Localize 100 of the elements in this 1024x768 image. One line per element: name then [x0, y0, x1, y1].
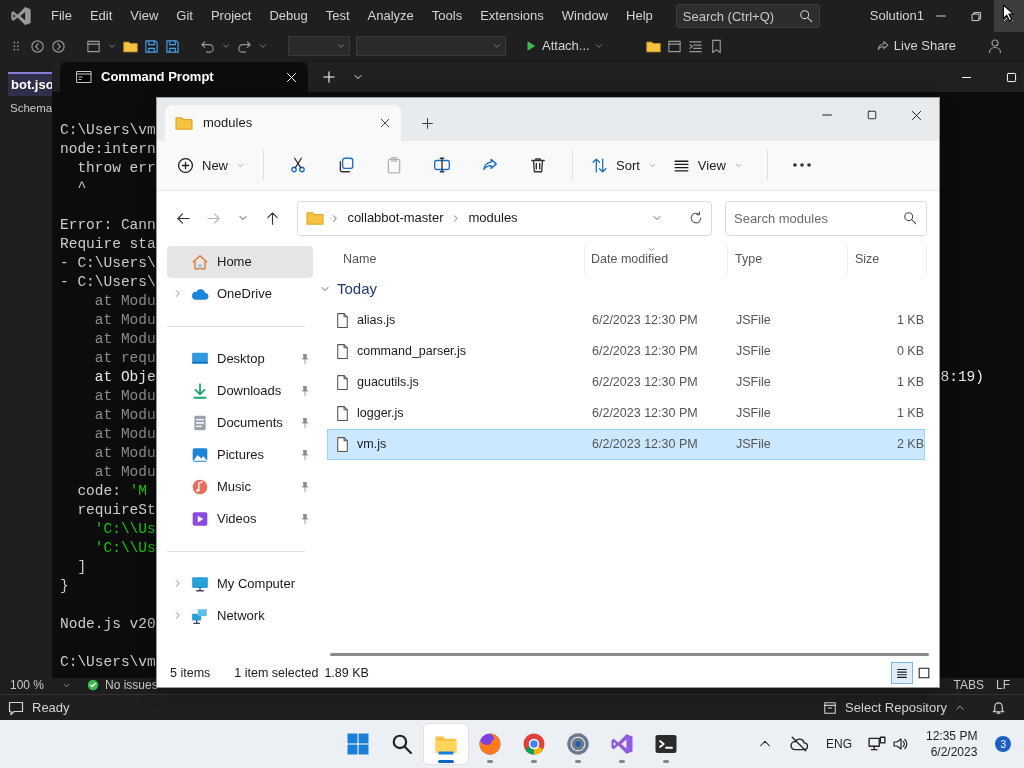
close-icon[interactable]	[910, 108, 923, 122]
nav-item[interactable]: Home	[167, 245, 313, 278]
nav-item[interactable]: Desktop	[167, 342, 313, 375]
new-button[interactable]: New	[169, 148, 253, 183]
cloud-off-icon[interactable]	[790, 735, 808, 753]
computer-icon	[191, 574, 209, 593]
menu-item[interactable]: Analyze	[358, 6, 423, 26]
indent-mode[interactable]: TABS	[953, 676, 984, 694]
person-icon[interactable]	[988, 38, 1004, 54]
issues-status[interactable]: No issues	[105, 676, 158, 694]
search-field[interactable]: Search (Ctrl+Q)	[675, 4, 820, 28]
nav-item[interactable]: OneDrive	[167, 277, 313, 310]
menu-item[interactable]: Window	[552, 6, 617, 26]
nav-item[interactable]: Videos	[167, 502, 313, 535]
new-tab-icon[interactable]	[322, 70, 336, 84]
menu-item[interactable]: Debug	[260, 6, 317, 26]
nav-item[interactable]: Music	[167, 470, 313, 503]
repository-button[interactable]: Select Repository	[845, 697, 947, 718]
clock-time[interactable]: 12:35 PM	[926, 728, 978, 744]
maximize-icon[interactable]	[1005, 70, 1018, 84]
details-view-button[interactable]	[891, 662, 913, 685]
dropdown-field[interactable]	[356, 36, 506, 56]
redo-icon[interactable]	[237, 38, 252, 54]
group-header[interactable]: Today	[313, 273, 939, 305]
share-icon[interactable]	[875, 39, 890, 53]
file-icon	[334, 435, 351, 453]
menu-item[interactable]: View	[121, 6, 168, 26]
nav-item[interactable]: Downloads	[167, 374, 313, 407]
clock-date[interactable]: 6/2/2023	[930, 744, 978, 760]
rename-icon	[433, 156, 451, 175]
nav-item[interactable]: Documents	[167, 406, 313, 439]
sort-button[interactable]: Sort	[583, 148, 665, 183]
menu-item[interactable]: Project	[201, 6, 261, 26]
network-icon[interactable]	[868, 735, 886, 753]
file-row[interactable]: guacutils.js 6/2/2023 12:30 PM JSFile 1 KB	[327, 366, 925, 398]
file-row[interactable]: logger.js 6/2/2023 12:30 PM JSFile 1 KB	[327, 397, 925, 429]
address-bar[interactable]: collabbot-master modules	[297, 200, 712, 236]
menu-item[interactable]: Help	[617, 6, 662, 26]
up-arrow-icon[interactable]	[265, 210, 281, 226]
forward-icon[interactable]	[51, 38, 66, 54]
dropdown-field[interactable]	[288, 36, 350, 56]
save-all-icon[interactable]	[165, 38, 180, 54]
indent-icon[interactable]	[687, 38, 703, 54]
nav-item[interactable]: My Computer	[167, 567, 313, 600]
column-header[interactable]: Size	[848, 245, 927, 274]
copy-icon	[337, 156, 355, 175]
terminal-line: code: 'M	[76, 482, 148, 501]
nav-item[interactable]: Network	[167, 599, 313, 632]
attach-button[interactable]: Attach...	[542, 36, 590, 56]
bell-icon[interactable]	[991, 700, 1006, 715]
maximize-icon[interactable]	[865, 109, 878, 121]
breadcrumb-item[interactable]: modules	[468, 208, 518, 228]
restore-icon[interactable]	[969, 9, 983, 23]
refresh-icon[interactable]	[689, 211, 703, 226]
terminal-line: ]	[76, 558, 87, 577]
modified-date: 6/2/2023 12:30 PM	[592, 374, 698, 389]
close-icon[interactable]	[379, 116, 391, 129]
view-button[interactable]: View	[664, 148, 751, 183]
folder-tab[interactable]: modules	[165, 104, 401, 141]
save-icon[interactable]	[144, 38, 159, 54]
close-icon[interactable]	[285, 70, 298, 84]
column-header[interactable]: Name	[313, 245, 585, 274]
scrollbar[interactable]	[330, 653, 929, 657]
menu-item[interactable]: Test	[316, 6, 359, 26]
live-share-button[interactable]: Live Share	[893, 36, 956, 56]
back-icon[interactable]	[30, 38, 45, 54]
browser-icon	[478, 732, 502, 756]
breadcrumb-item[interactable]: collabbot-master	[347, 208, 444, 228]
column-header[interactable]: Date modified	[585, 245, 728, 274]
undo-icon[interactable]	[200, 38, 215, 54]
back-arrow-icon[interactable]	[176, 210, 192, 226]
menu-item[interactable]: File	[42, 6, 81, 26]
menu-item[interactable]: Edit	[80, 6, 122, 26]
terminal-tab[interactable]: Command Prompt	[60, 62, 308, 92]
caret-icon[interactable]	[107, 41, 117, 51]
selection-size: 1.89 KB	[324, 664, 369, 682]
file-row[interactable]: vm.js 6/2/2023 12:30 PM JSFile 2 KB	[327, 428, 925, 460]
trash-icon	[529, 156, 547, 175]
window-icon[interactable]	[666, 38, 682, 54]
caret-icon[interactable]	[593, 41, 604, 51]
caret-icon[interactable]	[258, 41, 268, 51]
terminal-line: C:\Users\vm	[60, 653, 156, 672]
menu-item[interactable]: Tools	[422, 6, 472, 26]
line-ending[interactable]: LF	[996, 676, 1010, 694]
notification-badge[interactable]: 3	[995, 736, 1012, 752]
caret-icon[interactable]	[221, 41, 231, 51]
language-indicator[interactable]: ENG	[826, 735, 852, 753]
clipboard-icon	[385, 156, 403, 175]
new-project-icon[interactable]	[86, 38, 101, 54]
column-header[interactable]: Type	[728, 245, 848, 274]
file-row[interactable]: command_parser.js 6/2/2023 12:30 PM JSFile 0 KB	[327, 335, 925, 367]
file-type: JSFile	[736, 343, 771, 358]
menu-item[interactable]: Git	[167, 6, 202, 26]
zoom-level[interactable]: 100 %	[10, 676, 45, 694]
terminal-line: at Modu	[93, 463, 156, 482]
new-tab-icon[interactable]	[421, 116, 434, 130]
file-row[interactable]: alias.js 6/2/2023 12:30 PM JSFile 1 KB	[327, 304, 925, 336]
nav-item[interactable]: Pictures	[167, 438, 313, 471]
menu-item[interactable]: Extensions	[471, 6, 553, 26]
volume-icon[interactable]	[892, 736, 908, 752]
